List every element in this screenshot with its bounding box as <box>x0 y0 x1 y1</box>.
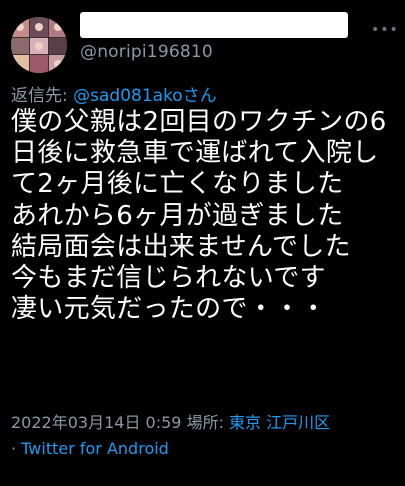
reply-to-label: 返信先: <box>11 86 74 106</box>
reply-mention-link[interactable]: @sad081akoさん <box>73 86 217 106</box>
meta-separator: · <box>11 439 22 458</box>
more-dots-icon[interactable]: ••• <box>371 20 398 40</box>
location-link[interactable]: 東京 江戸川区 <box>229 413 330 432</box>
avatar[interactable] <box>11 17 67 73</box>
reply-to-line: 返信先: @sad081akoさん <box>11 81 217 106</box>
tweet-timestamp[interactable]: 2022年03月14日 0:59 <box>11 413 181 432</box>
location-label: 場所: <box>186 413 230 432</box>
tweet-source-link[interactable]: Twitter for Android <box>21 439 169 458</box>
tweet-header: @noripi196810 ••• <box>0 0 405 78</box>
display-name-redacted <box>80 12 348 38</box>
user-handle[interactable]: @noripi196810 <box>80 42 213 62</box>
avatar-image <box>11 17 67 73</box>
tweet-text: 僕の父親は2回目のワクチンの6日後に救急車で運ばれて入院して2ヶ月後に亡くなりま… <box>11 107 387 325</box>
tweet-meta: 2022年03月14日 0:59 場所: 東京 江戸川区 · Twitter f… <box>11 410 403 462</box>
